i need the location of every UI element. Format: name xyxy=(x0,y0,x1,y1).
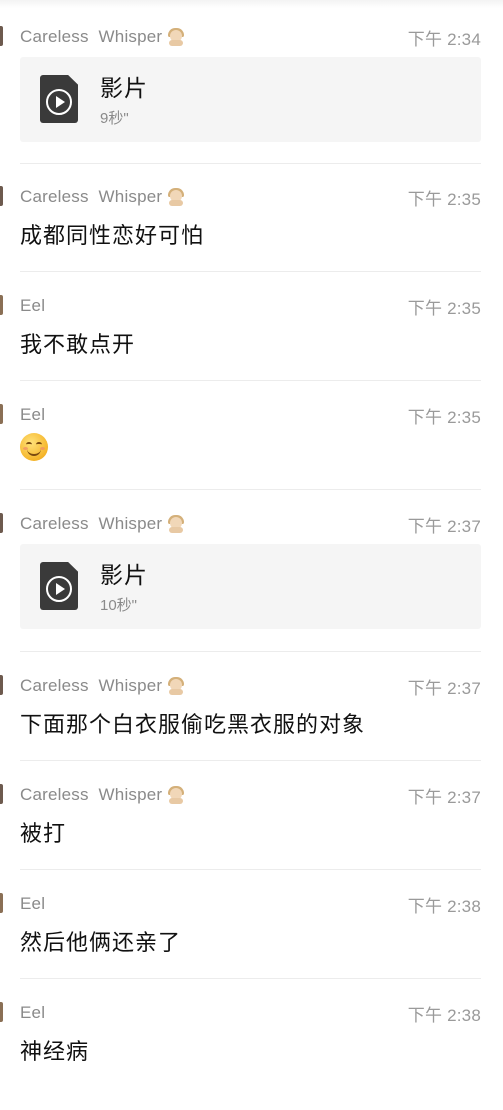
sender-name: Eel xyxy=(20,1003,46,1022)
message-time: 下午 2:38 xyxy=(407,1005,481,1025)
message-text: 被打 xyxy=(20,822,67,847)
message-time: 下午 2:35 xyxy=(407,298,481,318)
avatar[interactable] xyxy=(0,404,3,424)
sender-name: Careless Whisper xyxy=(20,514,185,534)
sender-name: Careless Whisper xyxy=(20,785,185,805)
message-item[interactable]: Careless Whisper 下午 2:35 成都同性恋好可怕 xyxy=(0,160,503,272)
video-duration: 10秒" xyxy=(100,597,138,614)
message-item[interactable]: Eel 下午 2:38 神经病 xyxy=(0,976,503,1088)
message-time: 下午 2:34 xyxy=(407,29,481,49)
sender-name: Eel xyxy=(20,894,46,913)
message-time: 下午 2:37 xyxy=(407,787,481,807)
message-meta: Eel 下午 2:35 xyxy=(20,404,481,427)
message-text: 成都同性恋好可怕 xyxy=(20,224,205,249)
message-time: 下午 2:35 xyxy=(407,189,481,209)
avatar[interactable] xyxy=(0,893,3,913)
sender-name: Eel xyxy=(20,405,46,424)
avatar[interactable] xyxy=(0,186,3,206)
avatar[interactable] xyxy=(0,26,3,46)
message-meta: Careless Whisper 下午 2:34 xyxy=(20,26,481,49)
message-meta: Eel 下午 2:35 xyxy=(20,295,481,318)
message-item[interactable]: Careless Whisper 下午 2:37 影片 10秒" xyxy=(0,487,503,652)
message-meta: Eel 下午 2:38 xyxy=(20,1002,481,1025)
message-item[interactable]: Eel 下午 2:35 xyxy=(0,378,503,490)
smiling-face-icon xyxy=(20,433,48,461)
sender-name: Eel xyxy=(20,296,46,315)
video-file-icon xyxy=(40,562,78,610)
message-meta: Eel 下午 2:38 xyxy=(20,893,481,916)
message-meta: Careless Whisper 下午 2:37 xyxy=(20,784,481,807)
message-item[interactable]: Careless Whisper 下午 2:37 下面那个白衣服偷吃黑衣服的对象 xyxy=(0,649,503,761)
message-item[interactable]: Eel 下午 2:35 我不敢点开 xyxy=(0,269,503,381)
message-text: 下面那个白衣服偷吃黑衣服的对象 xyxy=(20,713,366,738)
message-item[interactable]: Careless Whisper 下午 2:37 被打 xyxy=(0,758,503,870)
message-time: 下午 2:37 xyxy=(407,678,481,698)
message-time: 下午 2:35 xyxy=(407,407,481,427)
message-text: 我不敢点开 xyxy=(20,333,136,358)
praying-girl-emoji-icon xyxy=(167,786,185,804)
message-text: 神经病 xyxy=(20,1040,90,1065)
video-title: 影片 xyxy=(100,563,148,589)
praying-girl-emoji-icon xyxy=(167,515,185,533)
video-file-icon xyxy=(40,75,78,123)
avatar[interactable] xyxy=(0,784,3,804)
video-title: 影片 xyxy=(100,76,148,102)
avatar[interactable] xyxy=(0,1002,3,1022)
video-duration: 9秒" xyxy=(100,110,129,127)
praying-girl-emoji-icon xyxy=(167,188,185,206)
message-item[interactable]: Eel 下午 2:38 然后他俩还亲了 xyxy=(0,867,503,979)
message-meta: Careless Whisper 下午 2:35 xyxy=(20,186,481,209)
avatar[interactable] xyxy=(0,513,3,533)
message-time: 下午 2:37 xyxy=(407,516,481,536)
message-item[interactable]: Careless Whisper 下午 2:34 影片 9秒" xyxy=(0,0,503,164)
sender-name: Careless Whisper xyxy=(20,676,185,696)
sender-name: Careless Whisper xyxy=(20,187,185,207)
video-attachment[interactable]: 影片 9秒" xyxy=(20,57,481,142)
message-meta: Careless Whisper 下午 2:37 xyxy=(20,513,481,536)
message-meta: Careless Whisper 下午 2:37 xyxy=(20,675,481,698)
avatar[interactable] xyxy=(0,675,3,695)
message-list[interactable]: Careless Whisper 下午 2:34 影片 9秒" Careless… xyxy=(0,0,503,1110)
video-attachment[interactable]: 影片 10秒" xyxy=(20,544,481,629)
message-time: 下午 2:38 xyxy=(407,896,481,916)
sender-name: Careless Whisper xyxy=(20,27,185,47)
avatar[interactable] xyxy=(0,295,3,315)
message-text: 然后他俩还亲了 xyxy=(20,931,182,956)
praying-girl-emoji-icon xyxy=(167,28,185,46)
praying-girl-emoji-icon xyxy=(167,677,185,695)
